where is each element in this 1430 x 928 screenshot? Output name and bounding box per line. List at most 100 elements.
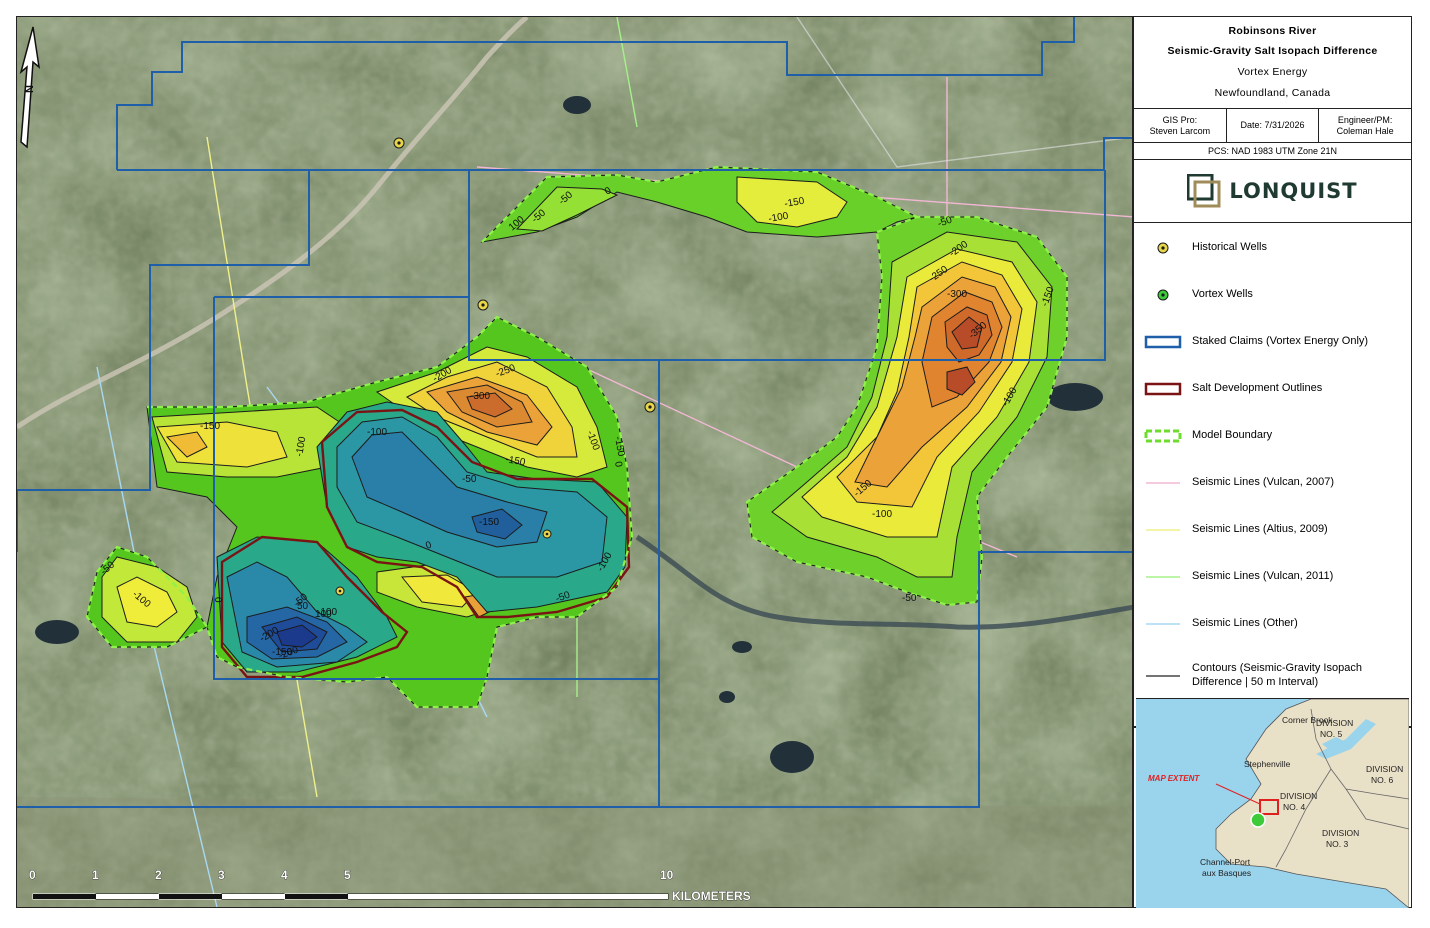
gis-pro-label: GIS Pro: — [1162, 115, 1198, 126]
lonquist-logo-text: LONQUIST — [1229, 179, 1358, 203]
company-name: Vortex Energy — [1237, 66, 1308, 78]
legend-label: Historical Wells — [1192, 241, 1267, 254]
legend-label: Seismic Lines (Altius, 2009) — [1192, 523, 1328, 536]
seismic-2007-swatch — [1146, 482, 1180, 484]
gis-pro-cell: GIS Pro: Steven Larcom — [1134, 109, 1226, 142]
contour-label: -300 — [947, 289, 967, 300]
logo-row: LONQUIST — [1134, 160, 1411, 223]
inset-label-division4a: DIVISION — [1280, 791, 1317, 801]
inset-label-division3a: DIVISION — [1322, 828, 1359, 838]
scale-seg-1 — [32, 893, 97, 900]
inset-label-division5b: NO. 5 — [1320, 729, 1342, 739]
scale-tick: 5 — [344, 868, 351, 882]
lake — [1047, 383, 1103, 411]
date-label: Date: 7/31/2026 — [1240, 120, 1305, 131]
seismic-2009-swatch — [1146, 529, 1180, 531]
engineer-label: Engineer/PM: — [1337, 115, 1393, 126]
model-boundary-swatch — [1144, 429, 1182, 443]
scale-tick: 0 — [29, 868, 36, 882]
legend-label: Seismic Lines (Other) — [1192, 617, 1298, 630]
contour-label: -50 — [902, 593, 917, 604]
legend-item-staked-claims: Staked Claims (Vortex Energy Only) — [1134, 329, 1411, 355]
inset-label-stephenville: Stephenville — [1244, 759, 1291, 769]
legend-item-salt-outlines: Salt Development Outlines — [1134, 376, 1411, 402]
legend-item-model-boundary: Model Boundary — [1134, 423, 1411, 449]
inset-label-division4b: NO. 4 — [1283, 802, 1305, 812]
legend-list: Historical Wells Vortex Wells Staked Cla… — [1134, 223, 1411, 728]
map-subtitle: Seismic-Gravity Salt Isopach Difference — [1167, 45, 1378, 57]
scale-tick: 3 — [218, 868, 225, 882]
legend-label: Seismic Lines (Vulcan, 2007) — [1192, 476, 1335, 489]
location: Newfoundland, Canada — [1214, 87, 1331, 99]
historical-well[interactable] — [477, 299, 489, 311]
seismic-other-swatch — [1146, 623, 1180, 625]
lake — [563, 96, 591, 114]
legend-label: Vortex Wells — [1192, 288, 1253, 301]
map-frame[interactable]: -50 100 -50 0 -150 -100 -50 -200 -250 -3… — [16, 16, 1133, 908]
north-arrow-letter: N — [24, 85, 36, 93]
map-canvas: -50 100 -50 0 -150 -100 -50 -200 -250 -3… — [17, 17, 1132, 907]
inset-map[interactable]: Corner Brook DIVISION NO. 5 Stephenville… — [1136, 698, 1409, 908]
legend-label: Model Boundary — [1192, 429, 1273, 442]
legend-item-contours: Contours (Seismic-Gravity Isopach Differ… — [1134, 659, 1411, 693]
contour-label: 50 — [297, 601, 309, 612]
light-terrain-patch — [17, 797, 1132, 907]
projection-info: PCS: NAD 1983 UTM Zone 21N — [1134, 143, 1411, 160]
legend-label: Seismic Lines (Vulcan, 2011) — [1192, 570, 1334, 583]
map-title: Robinsons River — [1228, 25, 1317, 37]
inset-vortex-icon — [1250, 812, 1266, 828]
contour-label: -150 — [272, 647, 292, 658]
lonquist-logo-icon — [1187, 174, 1221, 208]
historical-well[interactable] — [644, 401, 656, 413]
legend-item-seismic-vulcan-2011: Seismic Lines (Vulcan, 2011) — [1134, 564, 1411, 590]
contour-label: -150 — [479, 517, 499, 528]
title-block: Robinsons River Seismic-Gravity Salt Iso… — [1134, 17, 1411, 109]
engineer-cell: Engineer/PM: Coleman Hale — [1318, 109, 1411, 142]
legend-item-seismic-other: Seismic Lines (Other) — [1134, 611, 1411, 637]
inset-label-channel-a: Channel-Port — [1200, 857, 1251, 867]
legend-item-seismic-altius-2009: Seismic Lines (Altius, 2009) — [1134, 517, 1411, 543]
staked-claims-swatch — [1144, 335, 1182, 349]
legend-label: Contours (Seismic-Gravity Isopach Differ… — [1192, 662, 1362, 688]
gis-pro-name: Steven Larcom — [1149, 125, 1211, 136]
scale-unit: KILOMETERS — [672, 889, 751, 903]
contour-label: -50 — [462, 474, 477, 485]
engineer-name: Coleman Hale — [1336, 125, 1394, 136]
date-cell: Date: 7/31/2026 — [1225, 109, 1319, 142]
lake — [719, 691, 735, 703]
inset-label-division3b: NO. 3 — [1326, 839, 1348, 849]
vortex-well-icon — [1157, 289, 1169, 301]
contour-label: -100 — [872, 509, 892, 520]
scale-seg-6 — [347, 893, 669, 900]
scale-seg-2 — [95, 893, 160, 900]
legend-item-historical-wells: Historical Wells — [1134, 235, 1411, 261]
scale-seg-3 — [158, 893, 223, 900]
scale-tick: 10 — [660, 868, 674, 882]
scale-tick: 4 — [281, 868, 288, 882]
credits-row: GIS Pro: Steven Larcom Date: 7/31/2026 E… — [1134, 109, 1411, 143]
contour-label: -100 — [317, 607, 337, 618]
contour-swatch — [1146, 675, 1180, 677]
contour-label: -100 — [367, 427, 387, 438]
historical-well[interactable] — [393, 137, 405, 149]
inset-label-map-extent: MAP EXTENT — [1148, 774, 1200, 783]
historical-well-icon — [1157, 242, 1169, 254]
inset-label-channel-b: aux Basques — [1202, 868, 1251, 878]
contour-label: 0 — [212, 597, 223, 603]
legend-panel: Robinsons River Seismic-Gravity Salt Iso… — [1133, 16, 1412, 908]
scale-tick: 1 — [92, 868, 99, 882]
lake — [35, 620, 79, 644]
legend-label: Salt Development Outlines — [1192, 382, 1323, 395]
seismic-2011-swatch — [1146, 576, 1180, 578]
contour-label: -150 — [200, 421, 220, 432]
scale-seg-4 — [221, 893, 286, 900]
legend-item-seismic-vulcan-2007: Seismic Lines (Vulcan, 2007) — [1134, 470, 1411, 496]
scale-seg-5 — [284, 893, 349, 900]
inset-label-division6b: NO. 6 — [1371, 775, 1393, 785]
lake — [770, 741, 814, 773]
inset-label-division5a: DIVISION — [1316, 718, 1353, 728]
inset-label-division6a: DIVISION — [1366, 764, 1403, 774]
contour-label: -300 — [470, 391, 490, 402]
historical-well[interactable] — [542, 529, 552, 539]
historical-well[interactable] — [335, 586, 345, 596]
